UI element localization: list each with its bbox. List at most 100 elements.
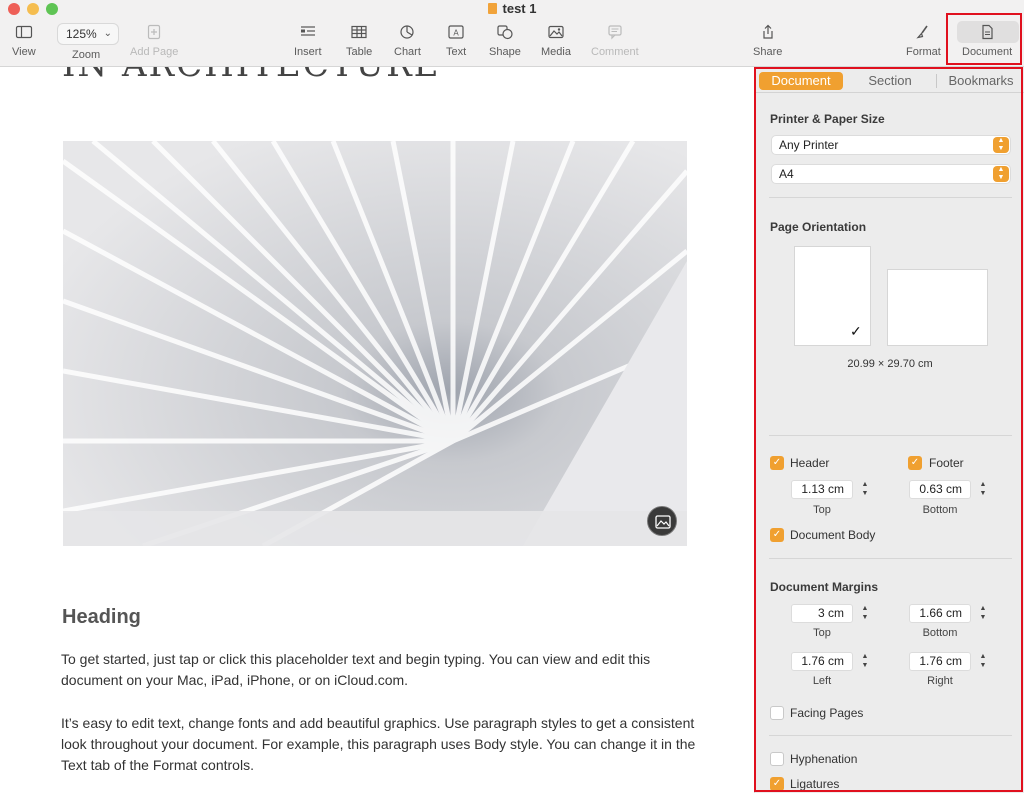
add-page-button[interactable]: Add Page — [130, 24, 178, 58]
checkmark-icon: ✓ — [850, 323, 862, 339]
facing-pages-label: Facing Pages — [790, 706, 864, 720]
separator — [769, 197, 1012, 198]
portrait-orientation-option[interactable]: ✓ — [794, 246, 871, 346]
insert-button[interactable]: Insert — [294, 24, 322, 58]
margin-right-caption: Right — [927, 675, 953, 687]
svg-text:A: A — [453, 29, 459, 38]
margin-top-stepper[interactable]: ▲ ▼ — [859, 604, 871, 623]
document-body-label: Document Body — [790, 528, 876, 542]
ligatures-label: Ligatures — [790, 777, 840, 791]
header-distance-field[interactable]: 1.13 cm — [791, 480, 853, 499]
margin-left-caption: Left — [812, 675, 832, 687]
window-title: test 1 — [0, 1, 1024, 16]
hyphenation-label: Hyphenation — [790, 752, 858, 766]
share-icon — [763, 24, 773, 39]
sidebar-icon — [15, 25, 32, 39]
paintbrush-icon — [916, 25, 929, 39]
zoom-caption-wrap: Zoom — [72, 49, 100, 61]
architecture-photo[interactable] — [63, 141, 687, 546]
image-icon — [655, 515, 671, 529]
tab-bookmarks[interactable]: Bookmarks — [941, 72, 1021, 90]
margin-left-field[interactable]: 1.76 cm — [791, 652, 853, 671]
facing-pages-checkbox[interactable] — [770, 706, 784, 720]
comment-label: Comment — [591, 46, 639, 58]
margin-bottom-stepper[interactable]: ▲ ▼ — [977, 604, 989, 623]
document-button-highlight — [946, 13, 1022, 65]
document-canvas[interactable]: IN ARCHITECTURE — [0, 67, 754, 793]
chart-label: Chart — [394, 46, 421, 58]
photo-icon — [548, 25, 564, 39]
shape-icon — [497, 25, 513, 40]
media-button[interactable]: Media — [541, 24, 571, 58]
text-button[interactable]: A Text — [446, 24, 466, 58]
document-inspector: Document Section Bookmarks Printer & Pap… — [754, 67, 1024, 793]
media-label: Media — [541, 46, 571, 58]
footer-distance-caption: Bottom — [922, 504, 958, 516]
document-margins-title: Document Margins — [770, 580, 879, 594]
margin-left-stepper[interactable]: ▲ ▼ — [859, 652, 871, 671]
inspector-tabs: Document Section Bookmarks — [755, 67, 1024, 93]
printer-paper-size-title: Printer & Paper Size — [770, 112, 885, 126]
insert-label: Insert — [294, 46, 322, 58]
format-button[interactable]: Format — [906, 24, 941, 58]
tab-document[interactable]: Document — [759, 72, 843, 90]
chart-icon — [400, 25, 415, 39]
printer-select[interactable]: Any Printer ▲ ▼ — [771, 135, 1011, 155]
add-page-label: Add Page — [130, 46, 179, 58]
zoom-select[interactable]: 125% ⌄ — [57, 23, 119, 45]
margin-bottom-field[interactable]: 1.66 cm — [909, 604, 971, 623]
zoom-value: 125% — [66, 27, 97, 41]
view-button[interactable]: View — [12, 24, 36, 58]
text-box-icon: A — [448, 25, 464, 39]
up-down-chevron-icon: ▲ ▼ — [993, 137, 1009, 153]
shape-label: Shape — [489, 46, 521, 58]
hyphenation-checkbox[interactable] — [770, 752, 784, 766]
separator — [769, 435, 1012, 436]
architecture-photo-art — [63, 141, 687, 546]
footer-distance-stepper[interactable]: ▲ ▼ — [977, 480, 989, 499]
header-distance-stepper[interactable]: ▲ ▼ — [859, 480, 871, 499]
header-label: Header — [790, 456, 830, 470]
toolbar: test 1 View 125% ⌄ Zoom Add Page Insert T… — [0, 0, 1024, 67]
footer-label: Footer — [929, 456, 964, 470]
share-label: Share — [753, 46, 783, 58]
separator — [769, 558, 1012, 559]
page-dimensions: 20.99 × 29.70 cm — [847, 358, 933, 370]
body-paragraph-1[interactable]: To get started, just tap or click this p… — [61, 649, 701, 691]
ligatures-checkbox[interactable]: ✓ — [770, 777, 784, 791]
chart-button[interactable]: Chart — [394, 24, 421, 58]
body-paragraph-2[interactable]: It’s easy to edit text, change fonts and… — [61, 713, 701, 776]
margin-right-stepper[interactable]: ▲ ▼ — [977, 652, 989, 671]
margin-bottom-caption: Bottom — [922, 627, 958, 639]
document-title[interactable]: IN ARCHITECTURE — [62, 67, 441, 85]
window-title-text: test 1 — [502, 1, 537, 16]
paper-size-select[interactable]: A4 ▲ ▼ — [771, 164, 1011, 184]
replace-image-button[interactable] — [647, 506, 677, 536]
table-button[interactable]: Table — [346, 24, 372, 58]
landscape-orientation-option[interactable] — [887, 269, 988, 346]
margin-top-field[interactable]: 3 cm — [791, 604, 853, 623]
share-button[interactable]: Share — [753, 24, 782, 58]
header-distance-caption: Top — [813, 504, 831, 516]
add-page-icon — [148, 24, 161, 40]
paper-size-value: A4 — [779, 167, 794, 181]
tab-section[interactable]: Section — [849, 72, 931, 90]
margin-top-caption: Top — [813, 627, 831, 639]
document-heading[interactable]: Heading — [62, 606, 141, 629]
insert-icon — [300, 26, 315, 36]
footer-checkbox[interactable]: ✓ — [908, 456, 922, 470]
comment-button[interactable]: Comment — [591, 24, 639, 58]
view-label: View — [12, 46, 36, 58]
tab-divider — [936, 74, 937, 88]
footer-distance-field[interactable]: 0.63 cm — [909, 480, 971, 499]
comment-icon — [608, 25, 622, 40]
margin-right-field[interactable]: 1.76 cm — [909, 652, 971, 671]
table-icon — [351, 25, 367, 39]
shape-button[interactable]: Shape — [489, 24, 521, 58]
up-down-chevron-icon: ▲ ▼ — [993, 166, 1009, 182]
table-label: Table — [346, 46, 373, 58]
header-checkbox[interactable]: ✓ — [770, 456, 784, 470]
pages-document-icon — [487, 3, 497, 14]
printer-value: Any Printer — [779, 138, 839, 152]
document-body-checkbox[interactable]: ✓ — [770, 528, 784, 542]
